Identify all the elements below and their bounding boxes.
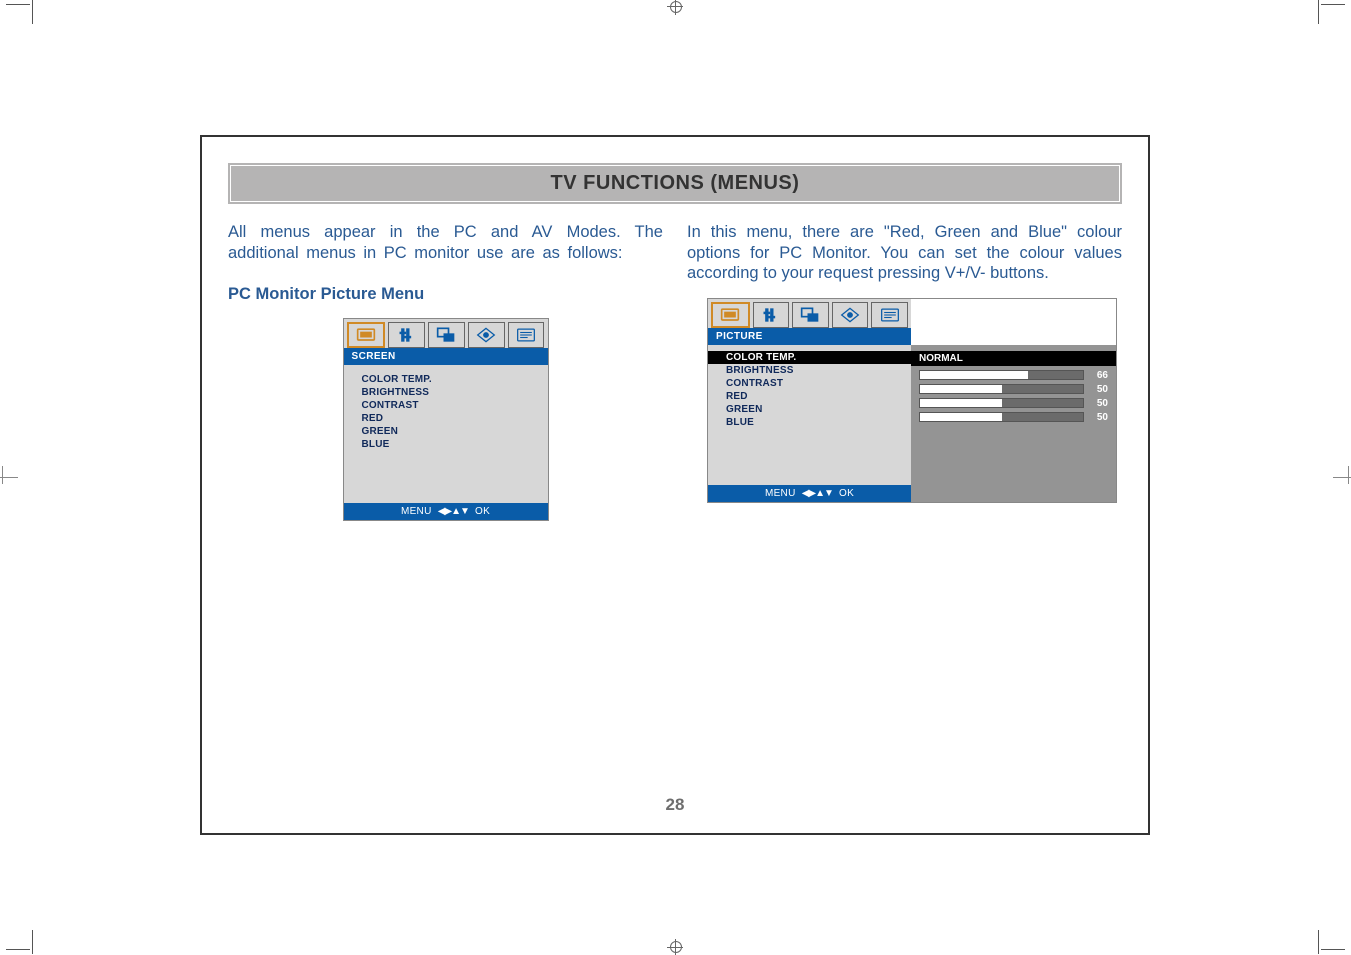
osd-item[interactable]: RED: [362, 412, 538, 425]
page-frame: TV FUNCTIONS (MENUS) All menus appear in…: [200, 135, 1150, 835]
teletext-icon: [880, 306, 900, 324]
osd-footer-menu: MENU: [401, 506, 432, 517]
osd-item[interactable]: GREEN: [362, 425, 538, 438]
osd-tab-sound[interactable]: [753, 302, 790, 328]
osd-tab-screen[interactable]: [711, 302, 750, 328]
osd-item-list: COLOR TEMP. BRIGHTNESS CONTRAST RED GREE…: [708, 351, 911, 485]
osd-item[interactable]: BRIGHTNESS: [726, 364, 901, 377]
slider-value: 50: [1090, 384, 1108, 395]
overlap-windows-icon: [436, 326, 456, 344]
osd-menu-large: PICTURE COLOR TEMP. BRIGHTNESS CONTRAST …: [707, 298, 1117, 503]
osd-values-pane: NORMAL 66 50: [911, 345, 1116, 502]
osd-tab-teletext[interactable]: [871, 302, 908, 328]
slider-bar[interactable]: [919, 370, 1084, 380]
osd-tab-pip[interactable]: [792, 302, 829, 328]
overlap-windows-icon: [800, 306, 820, 324]
crop-mark: [1333, 477, 1351, 478]
osd-footer: MENU ◀▶▲▼ OK: [708, 485, 911, 502]
osd-footer-menu: MENU: [765, 488, 796, 499]
osd-item[interactable]: COLOR TEMP.: [362, 373, 538, 386]
nav-arrows-icon: ◀▶▲▼: [435, 506, 472, 517]
osd-tabs: [708, 299, 911, 328]
osd-category-label: SCREEN: [344, 348, 548, 365]
osd-item[interactable]: BLUE: [726, 416, 901, 429]
section-title-bar: TV FUNCTIONS (MENUS): [228, 163, 1122, 204]
osd-tab-screen[interactable]: [347, 322, 386, 348]
intro-text-right: In this menu, there are "Red, Green and …: [687, 222, 1122, 284]
osd-value-header: NORMAL: [911, 351, 1116, 366]
left-column: All menus appear in the PC and AV Modes.…: [228, 222, 663, 521]
screen-icon: [356, 326, 376, 344]
osd-footer-ok: OK: [475, 506, 490, 517]
section-title: TV FUNCTIONS (MENUS): [230, 165, 1120, 202]
osd-menu-small: SCREEN COLOR TEMP. BRIGHTNESS CONTRAST R…: [343, 318, 549, 521]
slider-value: 50: [1090, 398, 1108, 409]
subheading-pc-monitor-picture: PC Monitor Picture Menu: [228, 285, 663, 304]
osd-tab-info[interactable]: [468, 322, 505, 348]
crop-mark: [32, 930, 33, 954]
osd-category-label: PICTURE: [708, 328, 911, 345]
crop-mark: [6, 949, 30, 950]
crop-mark: [6, 4, 30, 5]
osd-item[interactable]: CONTRAST: [726, 377, 901, 390]
slider-bar[interactable]: [919, 398, 1084, 408]
osd-item-selected[interactable]: COLOR TEMP.: [708, 351, 911, 364]
registration-mark: [670, 1, 682, 13]
osd-item[interactable]: RED: [726, 390, 901, 403]
crop-mark: [1318, 0, 1319, 24]
osd-tabs: [344, 319, 548, 348]
slider-value: 50: [1090, 412, 1108, 423]
slider-value: 66: [1090, 370, 1108, 381]
crop-mark: [1321, 4, 1345, 5]
osd-footer-ok: OK: [839, 488, 854, 499]
crop-mark: [1348, 466, 1349, 484]
osd-item[interactable]: CONTRAST: [362, 399, 538, 412]
crop-mark: [32, 0, 33, 24]
osd-slider-row[interactable]: 50: [919, 398, 1108, 409]
crop-mark: [2, 466, 3, 484]
osd-tab-info[interactable]: [832, 302, 869, 328]
right-column: In this menu, there are "Red, Green and …: [687, 222, 1122, 521]
diamond-info-icon: [840, 306, 860, 324]
intro-text-left: All menus appear in the PC and AV Modes.…: [228, 222, 663, 263]
osd-slider-row[interactable]: 50: [919, 384, 1108, 395]
crop-mark: [0, 477, 18, 478]
registration-mark: [675, 939, 676, 955]
osd-item[interactable]: BLUE: [362, 438, 538, 451]
crop-mark: [1318, 930, 1319, 954]
osd-slider-row[interactable]: 50: [919, 412, 1108, 423]
sound-slider-icon: [761, 306, 781, 324]
teletext-icon: [516, 326, 536, 344]
diamond-info-icon: [476, 326, 496, 344]
osd-item[interactable]: BRIGHTNESS: [362, 386, 538, 399]
osd-tab-pip[interactable]: [428, 322, 465, 348]
osd-footer: MENU ◀▶▲▼ OK: [344, 503, 548, 520]
osd-selected-value: NORMAL: [919, 353, 963, 364]
screen-icon: [720, 306, 740, 324]
osd-item-list: COLOR TEMP. BRIGHTNESS CONTRAST RED GREE…: [344, 365, 548, 503]
nav-arrows-icon: ◀▶▲▼: [799, 488, 836, 499]
page-number: 28: [202, 795, 1148, 815]
osd-tab-sound[interactable]: [388, 322, 425, 348]
registration-mark: [675, 0, 676, 15]
slider-bar[interactable]: [919, 384, 1084, 394]
osd-tab-teletext[interactable]: [508, 322, 545, 348]
slider-bar[interactable]: [919, 412, 1084, 422]
osd-slider-row[interactable]: 66: [919, 370, 1108, 381]
crop-mark: [1321, 949, 1345, 950]
sound-slider-icon: [397, 326, 417, 344]
osd-item[interactable]: GREEN: [726, 403, 901, 416]
